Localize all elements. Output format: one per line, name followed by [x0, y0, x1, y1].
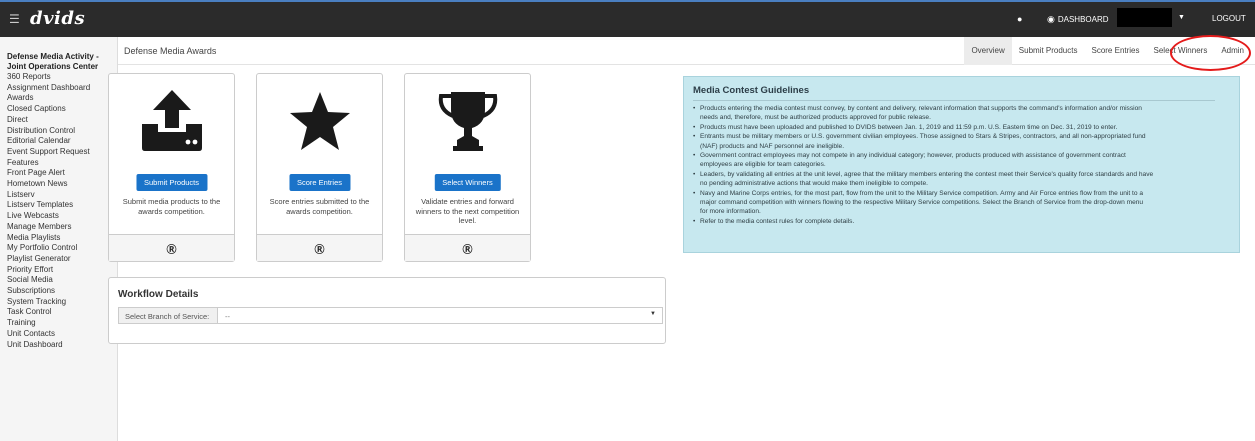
chevron-down-icon: ▼ [650, 311, 656, 317]
dashboard-label: DASHBOARD [1057, 15, 1109, 24]
workflow-title: Workflow Details [118, 289, 199, 300]
help-circle-icon[interactable]: Ⓡ [315, 245, 325, 256]
sidebar-item[interactable]: Event Support Request [7, 147, 117, 158]
score-entries-button[interactable]: Score Entries [288, 174, 351, 191]
annotation-circle [1170, 35, 1251, 71]
sidebar-item[interactable]: Features [7, 158, 117, 169]
card-description: Submit media products to the awards comp… [122, 197, 221, 216]
help-circle-icon[interactable]: Ⓡ [167, 245, 177, 256]
page-header: Defense Media Awards Overview Submit Pro… [118, 37, 1255, 65]
guideline-line: employees are eligible for team categori… [700, 161, 826, 169]
sidebar-item[interactable]: 360 Reports [7, 72, 117, 83]
redacted-username [1117, 8, 1172, 27]
dvids-logo[interactable]: dvids [30, 8, 85, 29]
sidebar-item[interactable]: Editorial Calendar [7, 136, 117, 147]
guideline-line: Products must have been uploaded and pub… [693, 123, 1233, 133]
card-footer: Ⓡ [257, 234, 382, 261]
guideline-line: Government contract employees may not co… [693, 151, 1233, 161]
sidebar-org-title[interactable]: Defense Media Activity - Joint Operation… [7, 52, 117, 71]
guideline-line: for more information. [700, 208, 761, 216]
sidebar-item[interactable]: Closed Captions [7, 104, 117, 115]
dashboard-gauge-icon: ◉ [1047, 14, 1055, 24]
sidebar-item[interactable]: Direct [7, 115, 117, 126]
card-description: Score entries submitted to the awards co… [269, 197, 370, 216]
sidebar-item[interactable]: Task Control [7, 307, 117, 318]
sidebar-item[interactable]: Live Webcasts [7, 211, 117, 222]
logout-link[interactable]: LOGOUT [1212, 14, 1246, 23]
sidebar-item[interactable]: Subscriptions [7, 286, 117, 297]
guideline-line: Navy and Marine Corps entries, for the m… [693, 189, 1233, 199]
sidebar-item[interactable]: Priority Effort [7, 265, 117, 276]
sidebar-item[interactable]: Awards [7, 93, 117, 104]
submit-products-button[interactable]: Submit Products [135, 174, 208, 191]
select-winners-button[interactable]: Select Winners [434, 174, 501, 191]
branch-select-label: Select Branch of Service: [118, 307, 218, 324]
tab-overview[interactable]: Overview [964, 37, 1012, 65]
star-icon [257, 90, 382, 152]
hamburger-icon[interactable]: ☰ [9, 12, 20, 26]
trophy-icon [405, 90, 530, 152]
sidebar-item[interactable]: Distribution Control [7, 126, 117, 137]
card-footer: Ⓡ [109, 234, 234, 261]
guideline-line: Entrants must be military members or U.S… [693, 132, 1233, 142]
sidebar-item[interactable]: Unit Contacts [7, 329, 117, 340]
guidelines-title: Media Contest Guidelines [693, 85, 810, 96]
branch-select-value: -- [225, 312, 230, 321]
sidebar-item[interactable]: My Portfolio Control [7, 243, 117, 254]
guideline-line: major command competition with winners f… [700, 199, 1144, 207]
top-navbar: ☰ dvids ● ◉ DASHBOARD ▼ LOGOUT [0, 0, 1255, 37]
sidebar-item[interactable]: Manage Members [7, 222, 117, 233]
sidebar: Defense Media Activity - Joint Operation… [0, 37, 118, 441]
divider [693, 100, 1215, 101]
workflow-panel: Workflow Details Select Branch of Servic… [108, 277, 666, 344]
card-footer: Ⓡ [405, 234, 530, 261]
guidelines-panel: Media Contest Guidelines Products enteri… [683, 76, 1240, 253]
sidebar-item[interactable]: Listserv [7, 190, 117, 201]
card-description: Validate entries and forward winners to … [415, 197, 520, 225]
guideline-line: Leaders, by validating all entries at th… [693, 170, 1233, 180]
select-winners-card: Select Winners Validate entries and forw… [404, 73, 531, 262]
sidebar-item[interactable]: Hometown News [7, 179, 117, 190]
sidebar-item[interactable]: System Tracking [7, 297, 117, 308]
score-entries-card: Score Entries Score entries submitted to… [256, 73, 383, 262]
guideline-line: needs and, therefore, must be authorized… [700, 114, 931, 122]
dashboard-link[interactable]: ◉ DASHBOARD [1047, 14, 1109, 25]
sidebar-item[interactable]: Playlist Generator [7, 254, 117, 265]
guideline-line: no pending administrative actions that w… [700, 180, 928, 188]
sidebar-item[interactable]: Front Page Alert [7, 168, 117, 179]
upload-icon [109, 90, 234, 152]
chevron-down-icon[interactable]: ▼ [1178, 14, 1185, 21]
chat-bubble-icon[interactable]: ● [1017, 14, 1022, 24]
help-circle-icon[interactable]: Ⓡ [463, 245, 473, 256]
sidebar-item[interactable]: Assignment Dashboard [7, 83, 117, 94]
submit-products-card: Submit Products Submit media products to… [108, 73, 235, 262]
guideline-line: Products entering the media contest must… [693, 104, 1233, 114]
branch-select[interactable]: -- ▼ [217, 307, 663, 324]
tab-score-entries[interactable]: Score Entries [1084, 37, 1146, 65]
sidebar-item[interactable]: Unit Dashboard [7, 340, 117, 351]
sidebar-item[interactable]: Social Media [7, 275, 117, 286]
tab-submit-products[interactable]: Submit Products [1012, 37, 1085, 65]
guideline-line: Refer to the media contest rules for com… [693, 217, 1233, 227]
sidebar-item[interactable]: Listserv Templates [7, 200, 117, 211]
sidebar-item[interactable]: Training [7, 318, 117, 329]
page-title: Defense Media Awards [124, 46, 217, 56]
sidebar-item[interactable]: Media Playlists [7, 233, 117, 244]
guidelines-list: Products entering the media contest must… [693, 104, 1233, 227]
guideline-line: (NAF) products and NAF personnel are ine… [700, 142, 845, 150]
